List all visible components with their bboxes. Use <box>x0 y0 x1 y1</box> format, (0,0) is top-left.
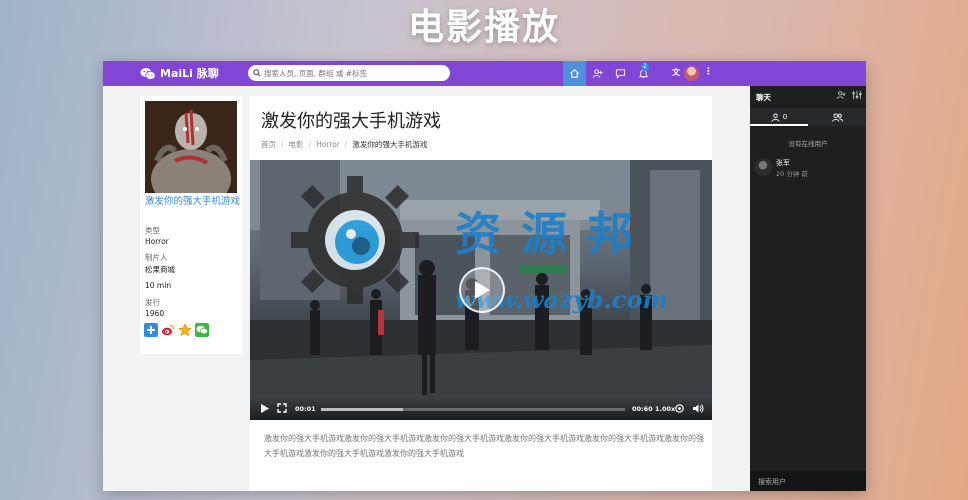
brand-name: MaiLi 脉聊 <box>160 67 219 80</box>
favorite-star-icon[interactable] <box>178 323 192 337</box>
playback-speed[interactable]: 1.00x <box>655 405 675 413</box>
page-banner-title: 电影播放 <box>407 7 560 48</box>
main-content-card: 激发你的强大手机游戏 首页 / 电影 / Horror / 激发你的强大手机游戏 <box>250 96 712 491</box>
home-button[interactable] <box>563 61 586 86</box>
app-window: MaiLi 脉聊 搜索人员, 页面, 群组 或 #标签 2 文 ⋮ 激发你的强大… <box>103 61 866 491</box>
home-icon <box>570 69 579 78</box>
search-users-input[interactable]: 搜索用户 <box>750 471 866 491</box>
duration-value: 10 min <box>145 281 172 290</box>
current-time: 00:01 <box>295 405 316 413</box>
language-switch[interactable]: 文 <box>672 67 680 78</box>
producer-value: 松果商城 <box>145 265 175 274</box>
breadcrumb-movies[interactable]: 电影 <box>289 139 304 150</box>
release-value: 1960 <box>145 309 165 318</box>
search-input[interactable] <box>264 68 444 78</box>
seek-bar[interactable] <box>321 408 625 411</box>
duration-time: 00:60 <box>632 405 653 413</box>
chat-title: 聊天 <box>756 93 771 102</box>
messages-button[interactable] <box>609 61 632 86</box>
add-user-icon <box>592 69 603 78</box>
user-avatar[interactable] <box>684 66 699 81</box>
top-navbar: MaiLi 脉聊 搜索人员, 页面, 群组 或 #标签 2 文 ⋮ <box>103 61 866 86</box>
breadcrumb-genre[interactable]: Horror <box>316 140 340 149</box>
add-friend-button[interactable] <box>586 61 609 86</box>
type-value: Horror <box>145 237 169 246</box>
chat-toolbar <box>836 90 862 100</box>
chat-sidebar: 聊天 0 没有在线用户 张军 20 分钟 前 搜索用户 <box>750 86 866 491</box>
search-icon <box>253 69 261 77</box>
wechat-share-icon[interactable] <box>195 323 209 337</box>
chat-user-item[interactable]: 张军 20 分钟 前 <box>754 158 808 178</box>
chat-user-name: 张军 <box>776 159 790 167</box>
video-player[interactable]: 资 源 邦 www.wazyb.com 00:01 00:60 1.00x <box>250 160 712 420</box>
watermark-text: 资 源 邦 <box>455 207 636 261</box>
buffered-bar <box>321 408 404 411</box>
filter-sliders-icon[interactable] <box>852 90 862 100</box>
page-title: 激发你的强大手机游戏 <box>261 111 441 132</box>
search-box[interactable] <box>248 65 450 81</box>
release-label: 发行 <box>145 298 160 307</box>
settings-gear-icon[interactable] <box>674 403 685 414</box>
users-group-icon <box>831 112 843 122</box>
chat-tabs: 0 <box>750 108 866 126</box>
share-buttons <box>144 323 209 337</box>
movie-info-card: 激发你的强大手机游戏 类型 Horror 制片人 松果商城 10 min 发行 … <box>140 96 242 354</box>
big-play-button[interactable] <box>459 267 505 313</box>
add-user-icon[interactable] <box>836 90 846 100</box>
movie-description: 激发你的强大手机游戏激发你的强大手机游戏激发你的强大手机游戏激发你的强大手机游戏… <box>264 434 704 458</box>
breadcrumb: 首页 / 电影 / Horror / 激发你的强大手机游戏 <box>261 139 428 150</box>
play-icon <box>475 281 490 299</box>
notification-badge: 2 <box>641 63 649 71</box>
gear-watermark-icon <box>291 176 419 304</box>
volume-icon[interactable] <box>692 403 704 414</box>
avatar <box>754 158 772 176</box>
chat-icon <box>615 69 626 79</box>
chat-user-last-seen: 20 分钟 前 <box>776 170 808 178</box>
tab-online-users[interactable]: 0 <box>750 108 808 126</box>
no-online-users-text: 没有在线用户 <box>788 140 828 148</box>
wechat-logo-icon <box>140 67 156 80</box>
brand-logo[interactable]: MaiLi 脉聊 <box>140 65 219 82</box>
breadcrumb-current: 激发你的强大手机游戏 <box>352 140 428 149</box>
movie-poster[interactable] <box>145 101 237 193</box>
producer-label: 制片人 <box>145 253 168 262</box>
play-icon[interactable] <box>260 403 270 414</box>
type-label: 类型 <box>145 226 160 235</box>
online-count: 0 <box>782 113 788 121</box>
weibo-icon[interactable] <box>161 323 175 337</box>
share-plus-icon[interactable] <box>144 323 158 337</box>
notifications-button[interactable]: 2 <box>632 61 655 86</box>
breadcrumb-home[interactable]: 首页 <box>261 139 276 150</box>
tab-groups[interactable] <box>808 108 866 126</box>
user-icon <box>771 112 780 122</box>
movie-title-link[interactable]: 激发你的强大手机游戏 <box>145 196 240 207</box>
more-menu-icon[interactable]: ⋮ <box>704 67 713 77</box>
fullscreen-icon[interactable] <box>277 403 287 413</box>
player-controls: 00:01 00:60 1.00x <box>250 398 712 420</box>
